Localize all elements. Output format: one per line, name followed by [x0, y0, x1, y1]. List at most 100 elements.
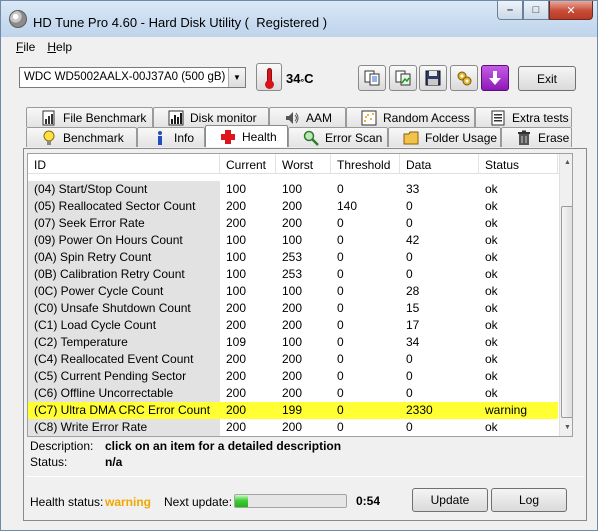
status-value: n/a	[105, 455, 123, 469]
log-button[interactable]: Log	[491, 488, 567, 512]
menu-help[interactable]: Help	[41, 37, 78, 57]
table-row[interactable]: (C6) Offline Uncorrectable 200 200 0 0 ok	[28, 385, 572, 402]
worst-cell: 200	[282, 301, 303, 315]
table-row[interactable]: (C5) Current Pending Sector 200 200 0 0 ok	[28, 368, 572, 385]
copy-screenshot-icon	[395, 70, 411, 86]
next-update-label: Next update:	[164, 495, 233, 509]
options-button[interactable]	[450, 65, 478, 91]
update-button[interactable]: Update	[412, 488, 488, 512]
tab-erase-label: Erase	[538, 130, 570, 145]
table-row[interactable]: (0B) Calibration Retry Count 100 253 0 0 ok	[28, 266, 572, 283]
data-cell: 15	[406, 301, 420, 315]
maximize-button[interactable]: □	[523, 1, 549, 20]
table-row[interactable]: (C2) Temperature 109 100 0 34 ok	[28, 334, 572, 351]
table-row[interactable]: (09) Power On Hours Count 100 100 0 42 ok	[28, 232, 572, 249]
save-button[interactable]	[419, 65, 447, 91]
id-cell: (05) Reallocated Sector Count	[28, 198, 220, 215]
scrollbar-thumb[interactable]	[561, 206, 572, 418]
status-cell: ok	[485, 301, 498, 315]
column-header-threshold[interactable]: Threshold	[331, 154, 400, 174]
menu-file-label: ile	[23, 40, 36, 54]
threshold-cell: 0	[337, 420, 344, 434]
data-cell: 17	[406, 318, 420, 332]
tab-random-access[interactable]: Random Access	[346, 107, 475, 127]
menu-help-accel: H	[47, 40, 57, 54]
column-header-id[interactable]: ID	[28, 154, 220, 174]
menu-file[interactable]: File	[10, 37, 41, 57]
drive-select[interactable]: WDC WD5002AALX-00J37A0 (500 gB) ▼	[19, 67, 246, 88]
tab-benchmark-label: Benchmark	[63, 130, 124, 145]
divider	[26, 476, 584, 477]
minimize-button[interactable]: –	[497, 1, 523, 20]
data-cell: 0	[406, 420, 413, 434]
tab-info[interactable]: Info	[137, 127, 205, 147]
current-cell: 200	[226, 420, 247, 434]
table-row[interactable]: (C7) Ultra DMA CRC Error Count 200 199 0 233…	[28, 402, 572, 419]
table-row[interactable]: (C8) Write Error Rate 200 200 0 0 ok	[28, 419, 572, 436]
table-row[interactable]: (0A) Spin Retry Count 100 253 0 0 ok	[28, 249, 572, 266]
table-row[interactable]: (C1) Load Cycle Count 200 200 0 17 ok	[28, 317, 572, 334]
column-header-status[interactable]: Status	[479, 154, 558, 174]
tab-benchmark[interactable]: Benchmark	[26, 127, 137, 147]
worst-cell: 200	[282, 199, 303, 213]
tab-disk-monitor[interactable]: Disk monitor	[153, 107, 269, 127]
extra-tests-icon	[491, 110, 505, 125]
current-cell: 200	[226, 199, 247, 213]
trash-icon	[518, 130, 530, 145]
threshold-cell: 0	[337, 335, 344, 349]
tab-disk-monitor-label: Disk monitor	[190, 110, 257, 125]
table-row[interactable]: (C0) Unsafe Shutdown Count 200 200 0 15 ok	[28, 300, 572, 317]
column-header-data[interactable]: Data	[400, 154, 479, 174]
table-row[interactable]: (04) Start/Stop Count 100 100 0 33 ok	[28, 181, 572, 198]
scroll-down-arrow-icon[interactable]: ▼	[560, 419, 572, 436]
drive-select-value: WDC WD5002AALX-00J37A0 (500 gB)	[24, 71, 226, 83]
worst-cell: 100	[282, 233, 303, 247]
column-header-worst[interactable]: Worst	[276, 154, 331, 174]
smart-table[interactable]: ID Current Worst Threshold Data Status (…	[27, 153, 573, 437]
data-cell: 0	[406, 199, 413, 213]
id-cell: (0A) Spin Retry Count	[28, 249, 220, 266]
health-status-label: Health status:	[30, 495, 104, 509]
copy-text-button[interactable]	[358, 65, 386, 91]
column-header-current[interactable]: Current	[220, 154, 276, 174]
id-cell: (C8) Write Error Rate	[28, 419, 220, 436]
table-row[interactable]: (C4) Reallocated Event Count 200 200 0 0 ok	[28, 351, 572, 368]
tab-strip: File Benchmark Disk monitor AAM Random A…	[2, 105, 596, 148]
table-row[interactable]: (05) Reallocated Sector Count 200 200 140 0 o…	[28, 198, 572, 215]
tab-error-scan-label: Error Scan	[325, 130, 383, 145]
tab-erase[interactable]: Erase	[501, 127, 572, 147]
current-cell: 100	[226, 182, 247, 196]
download-button[interactable]	[481, 65, 509, 91]
toolbar: WDC WD5002AALX-00J37A0 (500 gB) ▼ 34°C E…	[2, 57, 596, 103]
threshold-cell: 0	[337, 301, 344, 315]
progress-fill	[235, 495, 249, 507]
title-bar[interactable]: HD Tune Pro 4.60 - Hard Disk Utility ( R…	[1, 1, 597, 37]
status-cell: ok	[485, 284, 498, 298]
table-row[interactable]: (0C) Power Cycle Count 100 100 0 28 ok	[28, 283, 572, 300]
close-button[interactable]: ✕	[549, 1, 593, 20]
tab-file-benchmark[interactable]: File Benchmark	[26, 107, 153, 127]
tab-health[interactable]: Health	[205, 125, 288, 147]
vertical-scrollbar[interactable]: ▲ ▼	[559, 154, 572, 436]
scroll-up-arrow-icon[interactable]: ▲	[560, 154, 572, 171]
status-cell: ok	[485, 199, 498, 213]
temperature-readout: 34°C	[286, 71, 313, 87]
tab-extra-tests[interactable]: Extra tests	[475, 107, 572, 127]
threshold-cell: 0	[337, 386, 344, 400]
current-cell: 100	[226, 284, 247, 298]
id-cell: (04) Start/Stop Count	[28, 181, 220, 198]
exit-button[interactable]: Exit	[518, 66, 576, 91]
tab-folder-usage[interactable]: Folder Usage	[388, 127, 501, 147]
status-cell: ok	[485, 335, 498, 349]
tab-folder-usage-label: Folder Usage	[425, 130, 498, 145]
table-row[interactable]: (07) Seek Error Rate 200 200 0 0 ok	[28, 215, 572, 232]
id-cell: (07) Seek Error Rate	[28, 215, 220, 232]
copy-screenshot-button[interactable]	[389, 65, 417, 91]
tab-aam[interactable]: AAM	[269, 107, 346, 127]
temperature-button[interactable]	[256, 63, 282, 91]
id-cell: (C4) Reallocated Event Count	[28, 351, 220, 368]
worst-cell: 100	[282, 335, 303, 349]
threshold-cell: 0	[337, 233, 344, 247]
threshold-cell: 0	[331, 402, 400, 419]
tab-error-scan[interactable]: Error Scan	[288, 127, 388, 147]
